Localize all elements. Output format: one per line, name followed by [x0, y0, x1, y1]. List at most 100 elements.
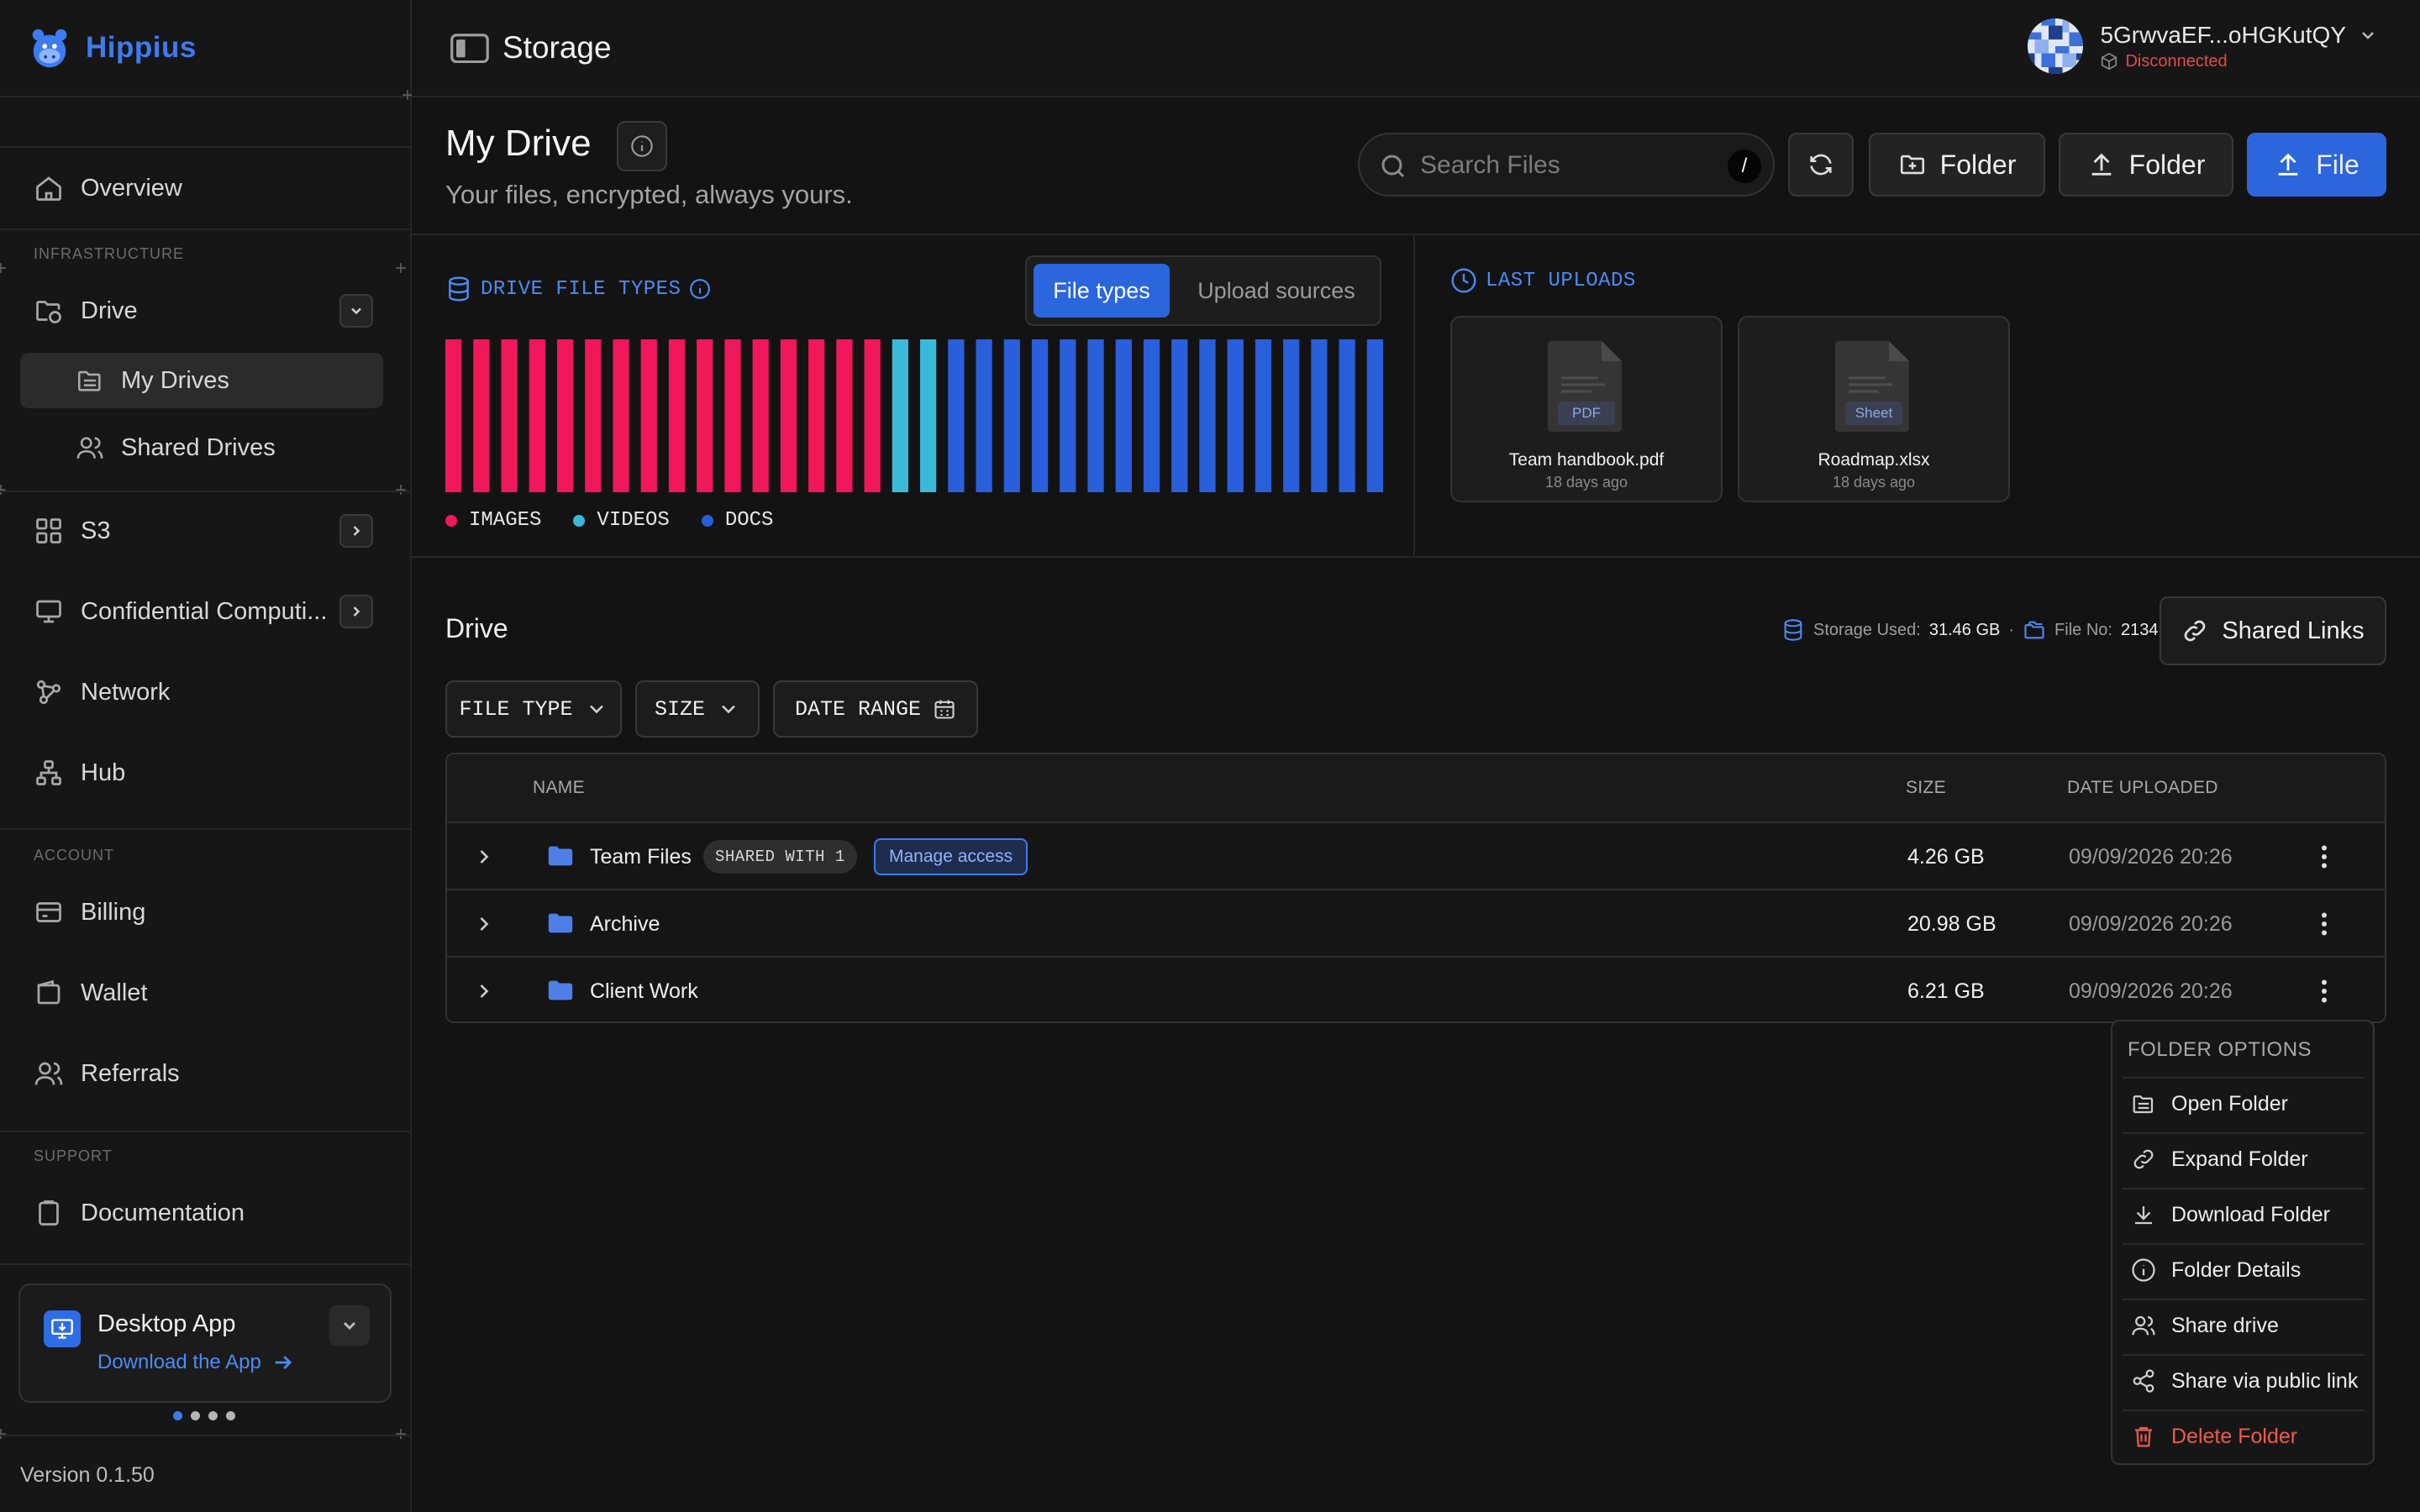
sidebar-item-label: Documentation	[81, 1199, 245, 1226]
divider	[412, 556, 2420, 558]
chevron-right-icon[interactable]	[339, 595, 373, 628]
file-type-bar-images	[780, 339, 797, 492]
sidebar-item-shared-drives[interactable]: Shared Drives	[20, 420, 383, 475]
sidebar-item-label: Hub	[81, 759, 126, 786]
hippo-logo-icon	[25, 24, 74, 72]
drive-table: NAME SIZE DATE UPLOADED Team Files SHARE…	[445, 753, 2386, 1023]
menu-item-share-public-link[interactable]: Share via public link	[2123, 1354, 2365, 1406]
manage-access-button[interactable]: Manage access	[874, 838, 1028, 875]
sidebar-item-overview[interactable]: Overview	[18, 158, 385, 218]
desktop-app-title: Desktop App	[97, 1310, 236, 1337]
menu-item-download-folder[interactable]: Download Folder	[2123, 1188, 2365, 1240]
file-type-bar-docs	[1003, 339, 1020, 492]
folder-date: 09/09/2026 20:26	[2069, 912, 2233, 936]
monitor-icon	[34, 596, 64, 627]
file-type-bar-images	[864, 339, 881, 492]
folder-name: Archive	[590, 912, 660, 936]
recent-file-card[interactable]: PDF Team handbook.pdf 18 days ago	[1450, 316, 1723, 502]
file-type-bar-docs	[1031, 339, 1049, 492]
filter-size[interactable]: SIZE	[635, 680, 760, 738]
legend-dot	[573, 514, 586, 527]
menu-item-delete-folder[interactable]: Delete Folder	[2123, 1410, 2365, 1462]
storage-used-label: Storage Used:	[1813, 620, 1921, 639]
sidebar-item-drive[interactable]: Drive	[18, 281, 385, 341]
chevron-down-icon[interactable]	[329, 1305, 370, 1346]
chevron-down-icon[interactable]	[339, 294, 373, 328]
file-types-title: DRIVE FILE TYPES	[481, 277, 681, 301]
storage-usage: Storage Used: 31.46 GB · File No: 2134	[1781, 618, 2158, 642]
chevron-right-icon[interactable]	[472, 979, 496, 1003]
carousel-dot[interactable]	[191, 1411, 200, 1420]
filter-date-range[interactable]: DATE RANGE	[773, 680, 978, 738]
info-icon[interactable]	[689, 278, 711, 300]
menu-item-open-folder[interactable]: Open Folder	[2123, 1077, 2365, 1129]
sidebar-item-hub[interactable]: Hub	[18, 743, 385, 803]
usage-separator: ·	[2008, 620, 2015, 639]
sidebar-item-confidential-computing[interactable]: Confidential Computi...	[18, 581, 385, 642]
refresh-button[interactable]	[1788, 133, 1854, 197]
sidebar-item-my-drives[interactable]: My Drives	[20, 353, 383, 408]
upload-file-button[interactable]: File	[2247, 133, 2386, 197]
menu-item-share-drive[interactable]: Share drive	[2123, 1299, 2365, 1351]
database-icon	[445, 276, 472, 302]
folder-name: Client Work	[590, 979, 698, 1003]
file-types-label: DRIVE FILE TYPES	[445, 276, 711, 302]
new-folder-button[interactable]: Folder	[1869, 133, 2045, 197]
file-type-bar-images	[585, 339, 602, 492]
folder-date: 09/09/2026 20:26	[2069, 979, 2233, 1003]
carousel-dot[interactable]	[173, 1411, 182, 1420]
link-icon	[2181, 617, 2208, 644]
more-options-icon[interactable]	[2309, 976, 2339, 1006]
download-app-link[interactable]: Download the App	[97, 1351, 295, 1374]
sidebar-toggle-icon[interactable]	[450, 34, 489, 64]
file-type-bar-docs	[1227, 339, 1244, 492]
column-header-size[interactable]: SIZE	[1906, 778, 1946, 798]
more-options-icon[interactable]	[2309, 842, 2339, 872]
search-shortcut-key: /	[1728, 150, 1761, 183]
menu-item-expand-folder[interactable]: Expand Folder	[2123, 1132, 2365, 1184]
menu-item-label: Open Folder	[2171, 1091, 2288, 1116]
table-header: NAME SIZE DATE UPLOADED	[447, 754, 2385, 823]
divider	[0, 1435, 410, 1436]
sidebar-item-network[interactable]: Network	[18, 662, 385, 722]
column-header-name[interactable]: NAME	[533, 778, 585, 798]
sidebar-item-wallet[interactable]: Wallet	[18, 963, 385, 1023]
sidebar-item-billing[interactable]: Billing	[18, 882, 385, 942]
chevron-right-icon[interactable]	[339, 514, 373, 548]
table-row[interactable]: Team Files SHARED WITH 1 Manage access 4…	[447, 823, 2385, 890]
info-icon[interactable]	[617, 121, 667, 171]
carousel-dot[interactable]	[226, 1411, 235, 1420]
account-menu[interactable]: 5GrwvaEF...oHGKutQY Disconnected	[2028, 18, 2378, 74]
app-logo[interactable]: Hippius	[25, 24, 197, 72]
chevron-right-icon[interactable]	[472, 912, 496, 936]
sidebar-item-label: Overview	[81, 174, 182, 202]
table-row[interactable]: Client Work 6.21 GB 09/09/2026 20:26	[447, 958, 2385, 1021]
table-row[interactable]: Archive 20.98 GB 09/09/2026 20:26	[447, 890, 2385, 958]
divider	[0, 96, 410, 97]
folder-size: 4.26 GB	[1907, 845, 1985, 869]
section-label-infrastructure: INFRASTRUCTURE	[34, 245, 184, 262]
upload-folder-button[interactable]: Folder	[2059, 133, 2233, 197]
carousel-dots[interactable]	[173, 1411, 235, 1420]
filter-file-type[interactable]: FILE TYPE	[445, 680, 622, 738]
sidebar-item-documentation[interactable]: Documentation	[18, 1183, 385, 1243]
legend-label: IMAGES	[469, 509, 542, 532]
folder-date: 09/09/2026 20:26	[2069, 845, 2233, 869]
shared-links-button[interactable]: Shared Links	[2160, 596, 2386, 665]
tab-file-types[interactable]: File types	[1034, 264, 1170, 318]
more-options-icon[interactable]	[2309, 909, 2339, 939]
sidebar-item-label: Billing	[81, 898, 146, 926]
recent-file-card[interactable]: Sheet Roadmap.xlsx 18 days ago	[1738, 316, 2010, 502]
sidebar-item-referrals[interactable]: Referrals	[18, 1043, 385, 1104]
column-header-date[interactable]: DATE UPLOADED	[2067, 778, 2218, 798]
search-input[interactable]	[1420, 146, 1723, 185]
carousel-dot[interactable]	[208, 1411, 218, 1420]
menu-item-folder-details[interactable]: Folder Details	[2123, 1243, 2365, 1295]
section-label-account: ACCOUNT	[34, 847, 114, 864]
menu-item-label: Expand Folder	[2171, 1147, 2308, 1171]
chevron-right-icon[interactable]	[472, 845, 496, 869]
divider	[0, 146, 410, 148]
sidebar-item-s3[interactable]: S3	[18, 501, 385, 561]
legend-label: DOCS	[724, 509, 774, 532]
tab-upload-sources[interactable]: Upload sources	[1178, 264, 1375, 318]
